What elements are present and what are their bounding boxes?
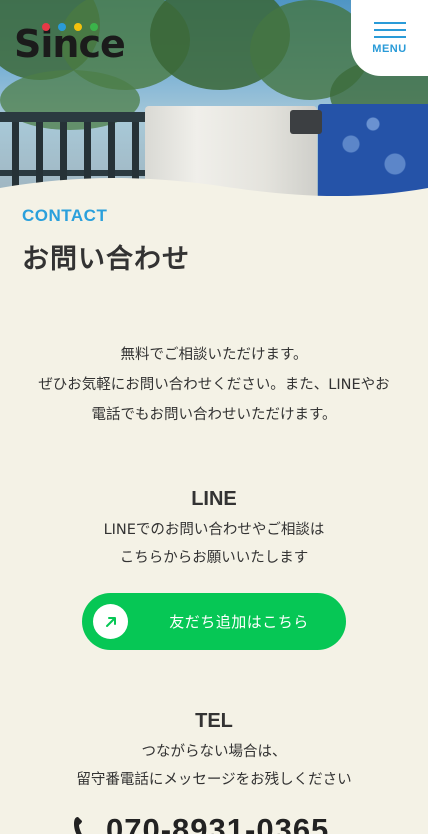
line-add-friend-button[interactable]: 友だち追加はこちら xyxy=(82,593,346,650)
intro-text: 無料でご相談いただけます。 ぜひお気軽にお問い合わせください。また、LINEやお… xyxy=(0,340,428,430)
phone-icon xyxy=(74,817,82,834)
intro-line: 電話でもお問い合わせいただけます。 xyxy=(91,407,337,423)
hero-wave-divider xyxy=(0,178,428,200)
line-button-label: 友だち追加はこちら xyxy=(169,613,309,631)
intro-line: ぜひお気軽にお問い合わせください。また、LINEやお xyxy=(38,377,390,393)
clothespin xyxy=(290,110,322,134)
page-eyebrow: CONTACT xyxy=(22,206,108,225)
tel-section-line: つながらない場合は、 xyxy=(141,744,287,760)
menu-label: MENU xyxy=(372,42,407,55)
tel-section-heading: TEL xyxy=(195,710,233,732)
tel-section-text: つながらない場合は、 留守番電話にメッセージをお残しください xyxy=(0,738,428,794)
tel-section-line: 留守番電話にメッセージをお残しください xyxy=(76,772,352,788)
hamburger-icon xyxy=(373,21,406,38)
site-logo[interactable]: Since xyxy=(14,18,126,66)
logo-dots xyxy=(42,23,112,33)
page-title: お問い合わせ xyxy=(22,244,190,275)
intro-line: 無料でご相談いただけます。 xyxy=(120,347,308,363)
tel-link[interactable]: 070-8931-0365 xyxy=(72,810,329,834)
line-section-text: LINEでのお問い合わせやご相談は こちらからお願いいたします xyxy=(0,516,428,572)
phone-number: 070-8931-0365 xyxy=(106,812,330,834)
line-section-line: LINEでのお問い合わせやご相談は xyxy=(103,522,325,538)
line-section-line: こちらからお願いいたします xyxy=(119,550,309,566)
menu-button[interactable]: MENU xyxy=(351,0,428,76)
arrow-up-right-icon xyxy=(93,604,128,639)
line-section-heading: LINE xyxy=(191,488,237,510)
